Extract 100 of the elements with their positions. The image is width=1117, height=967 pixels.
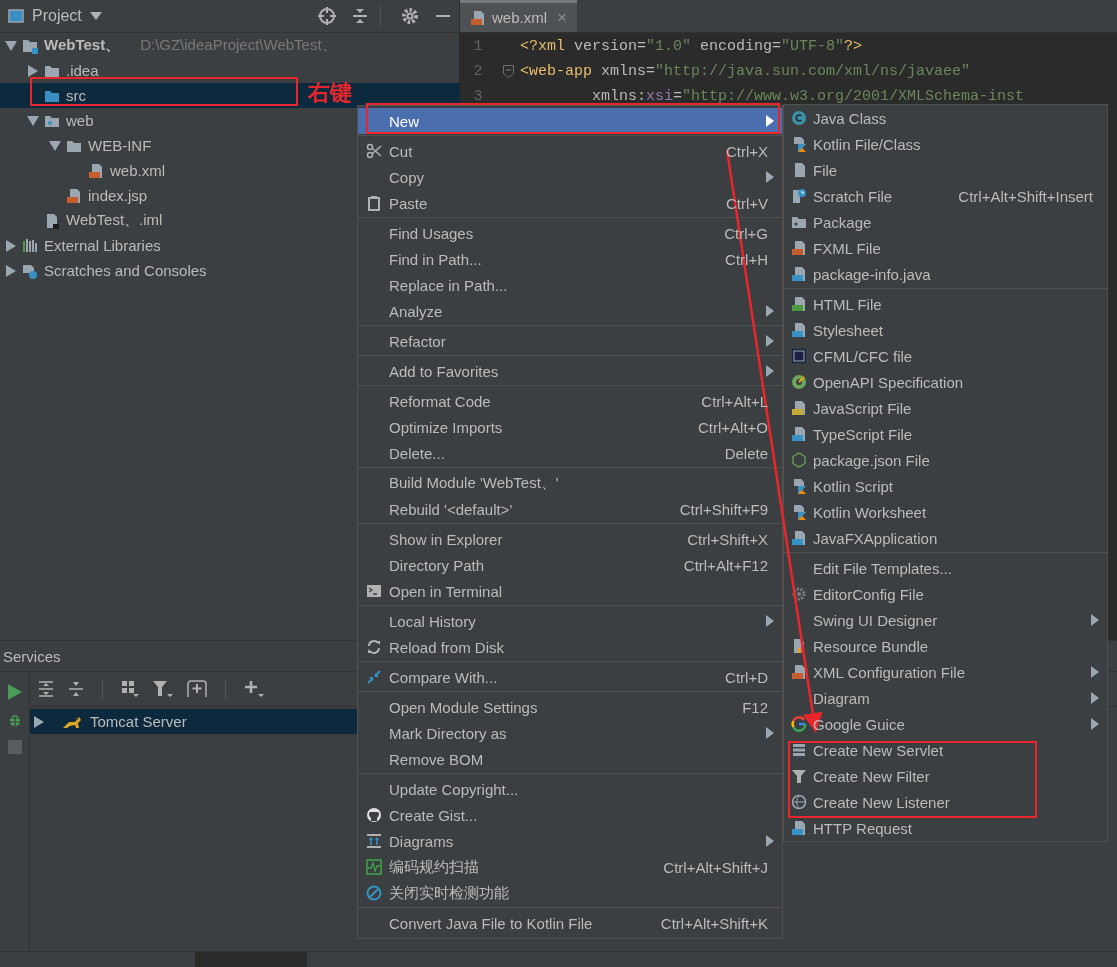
menu-item[interactable]: Create New Listener xyxy=(784,789,1107,815)
menu-item[interactable]: New xyxy=(358,108,782,134)
expanded-arrow-icon[interactable] xyxy=(27,115,39,126)
item-label: Tomcat Server xyxy=(90,713,187,730)
crosshair-icon[interactable] xyxy=(318,7,336,25)
collapse-all-icon[interactable] xyxy=(352,8,368,24)
menu-item[interactable]: Package xyxy=(784,209,1107,235)
tree-item[interactable]: index.jsp xyxy=(0,183,300,208)
css-file-icon xyxy=(790,322,807,338)
tree-item[interactable]: Scratches and Consoles xyxy=(0,258,300,283)
collapsed-arrow-icon[interactable] xyxy=(28,64,38,77)
menu-item[interactable]: Kotlin File/Class xyxy=(784,131,1107,157)
tree-item[interactable]: External Libraries xyxy=(0,233,300,258)
tree-item[interactable]: WebTest、.iml xyxy=(0,208,300,233)
item-label: WebTest、 xyxy=(44,36,121,55)
line-number: 3 xyxy=(472,88,484,105)
menu-item[interactable]: FXML File xyxy=(784,235,1107,261)
line-number: 1 xyxy=(472,38,484,55)
fold-marker-icon[interactable] xyxy=(502,65,514,78)
tree-item[interactable]: .idea xyxy=(0,58,300,83)
expand-all-icon[interactable] xyxy=(38,681,54,697)
menu-item[interactable]: Stylesheet xyxy=(784,317,1107,343)
menu-item[interactable]: Open Module Settings F12 xyxy=(358,694,782,720)
api-file-icon xyxy=(790,820,807,836)
menu-item[interactable]: 编码规约扫描 Ctrl+Alt+Shift+J xyxy=(358,854,782,880)
menu-item[interactable]: Reload from Disk xyxy=(358,634,782,660)
menu-item[interactable]: Cut Ctrl+X xyxy=(358,138,782,164)
menu-item[interactable]: Mark Directory as xyxy=(358,720,782,746)
menu-item[interactable]: Compare With... Ctrl+D xyxy=(358,664,782,690)
menu-item[interactable]: Kotlin Worksheet xyxy=(784,499,1107,525)
menu-item[interactable]: Create Gist... xyxy=(358,802,782,828)
java-file-icon xyxy=(790,530,807,546)
xml-file-icon xyxy=(470,9,486,26)
menu-item[interactable]: Remove BOM xyxy=(358,746,782,772)
tree-item[interactable]: Tomcat Server xyxy=(30,709,359,734)
menu-item[interactable]: Local History xyxy=(358,608,782,634)
menu-item[interactable]: HTTP Request xyxy=(784,815,1107,841)
add-service-icon[interactable] xyxy=(187,680,207,698)
item-label: WEB-INF xyxy=(88,137,152,154)
menu-item[interactable]: OpenAPI Specification xyxy=(784,369,1107,395)
dropdown-caret-icon[interactable] xyxy=(89,12,102,20)
menu-item[interactable]: 关闭实时检测功能 xyxy=(358,880,782,906)
run-icon[interactable] xyxy=(7,684,22,700)
menu-item[interactable]: Java Class xyxy=(784,105,1107,131)
menu-item[interactable]: Diagrams xyxy=(358,828,782,854)
menu-item[interactable]: Rebuild '<default>' Ctrl+Shift+F9 xyxy=(358,496,782,522)
collapsed-arrow-icon[interactable] xyxy=(6,264,16,277)
menu-item[interactable]: Delete... Delete xyxy=(358,440,782,466)
menu-item[interactable]: Update Copyright... xyxy=(358,776,782,802)
menu-item[interactable]: Edit File Templates... xyxy=(784,555,1107,581)
menu-item[interactable]: Directory Path Ctrl+Alt+F12 xyxy=(358,552,782,578)
menu-item[interactable]: HTML File xyxy=(784,291,1107,317)
collapsed-arrow-icon[interactable] xyxy=(34,715,44,728)
menu-item[interactable]: Copy xyxy=(358,164,782,190)
shortcut-label: Ctrl+X xyxy=(725,142,768,160)
editor-tab[interactable]: web.xml × xyxy=(460,0,577,32)
menu-item[interactable]: Build Module 'WebTest、' xyxy=(358,470,782,496)
menu-item[interactable]: package-info.java xyxy=(784,261,1107,287)
tree-item[interactable]: web xyxy=(0,108,300,133)
menu-item[interactable]: Show in Explorer Ctrl+Shift+X xyxy=(358,526,782,552)
menu-item[interactable]: Open in Terminal xyxy=(358,578,782,604)
menu-item[interactable]: Resource Bundle xyxy=(784,633,1107,659)
module-file-icon xyxy=(44,212,60,229)
expanded-arrow-icon[interactable] xyxy=(49,140,61,151)
menu-item[interactable]: Add to Favorites xyxy=(358,358,782,384)
menu-item[interactable]: CFML/CFC file xyxy=(784,343,1107,369)
menu-item[interactable]: TypeScript File xyxy=(784,421,1107,447)
menu-item[interactable]: JavaFXApplication xyxy=(784,525,1107,551)
folder-icon xyxy=(790,214,807,230)
menu-item[interactable]: File xyxy=(784,157,1107,183)
menu-item[interactable]: Refactor xyxy=(358,328,782,354)
tree-item[interactable]: WebTest、 D:\GZ\ideaProject\WebTest、 xyxy=(0,33,341,58)
shortcut-label: Ctrl+Alt+Shift+Insert xyxy=(958,187,1093,205)
add-icon[interactable] xyxy=(244,680,264,698)
menu-item[interactable]: Analyze xyxy=(358,298,782,324)
menu-item[interactable]: JavaScript File xyxy=(784,395,1107,421)
expanded-arrow-icon[interactable] xyxy=(5,40,17,51)
menu-item[interactable]: Scratch File Ctrl+Alt+Shift+Insert xyxy=(784,183,1107,209)
menu-item[interactable]: Replace in Path... xyxy=(358,272,782,298)
menu-item[interactable]: EditorConfig File xyxy=(784,581,1107,607)
filter-icon[interactable] xyxy=(153,680,173,698)
panel-title[interactable]: Project xyxy=(32,7,82,25)
panel-title: Services xyxy=(3,647,61,665)
menu-item[interactable]: package.json File xyxy=(784,447,1107,473)
menu-item[interactable]: Diagram xyxy=(784,685,1107,711)
menu-item[interactable]: Convert Java File to Kotlin File Ctrl+Alt+Shift+K xyxy=(358,910,782,936)
menu-item[interactable]: Kotlin Script xyxy=(784,473,1107,499)
menu-item[interactable]: XML Configuration File xyxy=(784,659,1107,685)
menu-item[interactable]: Swing UI Designer xyxy=(784,607,1107,633)
code-line: <web-app xmlns="http://java.sun.com/xml/ns/javaee" xyxy=(520,63,971,80)
menu-item[interactable]: Optimize Imports Ctrl+Alt+O xyxy=(358,414,782,440)
menu-item[interactable]: Create New Filter xyxy=(784,763,1107,789)
collapse-all-icon[interactable] xyxy=(68,681,84,697)
collapsed-arrow-icon[interactable] xyxy=(6,239,16,252)
menu-item[interactable]: Create New Servlet xyxy=(784,737,1107,763)
server-icon xyxy=(790,742,807,758)
group-by-icon[interactable] xyxy=(121,680,139,698)
tree-item[interactable]: web.xml xyxy=(0,158,300,183)
settings-icon[interactable] xyxy=(401,7,419,25)
tree-item[interactable]: WEB-INF xyxy=(0,133,300,158)
